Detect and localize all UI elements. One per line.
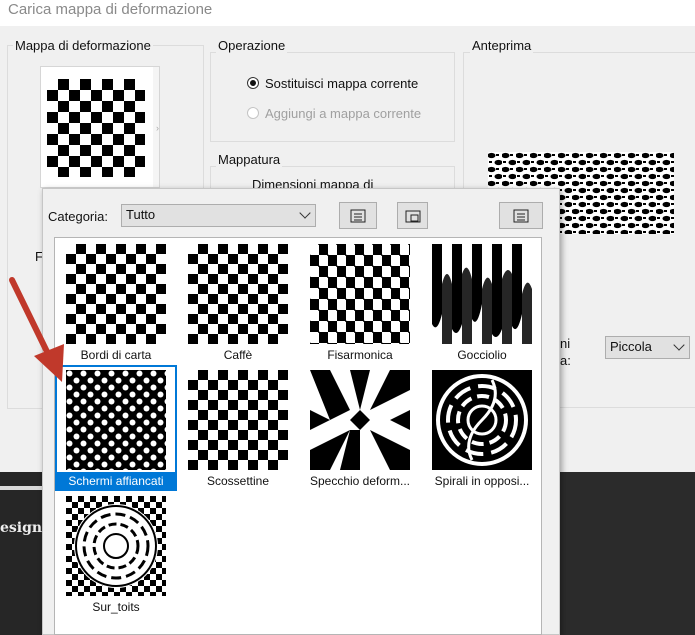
thumbnail-image	[66, 370, 166, 470]
thumbnail-image	[66, 496, 166, 596]
preview-partial-label-2: a:	[560, 353, 571, 368]
thumbnail-image	[188, 370, 288, 470]
thumbnail-label: Fisarmonica	[327, 348, 393, 362]
background-text: esign	[0, 520, 43, 536]
thumbnail-image	[432, 244, 532, 344]
thumbnail-label: Schermi affiancati	[56, 472, 176, 490]
background-canvas: esign	[0, 472, 42, 635]
thumbnail-item-bordi-di-carta[interactable]: Bordi di carta	[56, 240, 176, 364]
grid-view-button[interactable]	[339, 202, 377, 229]
background-strip	[0, 486, 42, 490]
grid-icon	[350, 209, 366, 222]
operation-label: Operazione	[216, 38, 288, 53]
window-title: Carica mappa di deformazione	[8, 1, 213, 18]
thumbnail-image	[432, 370, 532, 470]
thumbnail-item-sur-toits[interactable]: Sur_toits	[56, 492, 176, 616]
replace-map-radio[interactable]	[247, 77, 259, 89]
thumbnail-image	[66, 244, 166, 344]
thumbnail-image	[188, 244, 288, 344]
chevron-down-icon	[299, 207, 311, 219]
chevron-down-icon	[673, 339, 685, 351]
category-label: Categoria:	[48, 209, 108, 224]
preview-size-select[interactable]: Piccola	[605, 336, 690, 359]
thumbnail-label: Specchio deform...	[309, 474, 411, 488]
category-picker-popup: Categoria: Tutto Bordi di carta Caffè Fi…	[42, 188, 560, 635]
folder-icon	[405, 210, 420, 222]
thumbnail-image	[310, 370, 410, 470]
thumbnail-item-fisarmonica[interactable]: Fisarmonica	[300, 240, 420, 364]
thumbnail-label: Scossettine	[206, 474, 270, 488]
preview-label: Anteprima	[470, 38, 534, 53]
mapping-label: Mappatura	[216, 152, 283, 167]
thumbnail-item-caffe[interactable]: Caffè	[178, 240, 298, 364]
title-bar: Carica mappa di deformazione	[0, 0, 695, 26]
thumbnail-label: Sur_toits	[92, 600, 140, 614]
add-map-label: Aggiungi a mappa corrente	[265, 106, 422, 121]
preview-size-value: Piccola	[610, 339, 652, 354]
thumbnail-image	[310, 244, 410, 344]
menu-icon	[513, 209, 529, 222]
thumbnail-label: Caffè	[223, 348, 253, 362]
category-value: Tutto	[126, 207, 156, 222]
thumbnail-label: Bordi di carta	[80, 348, 152, 362]
thumbnail-item-schermi-affiancati[interactable]: Schermi affiancati	[55, 365, 177, 491]
thumbnail-item-spirali[interactable]: Spirali in opposi...	[422, 366, 542, 490]
thumbnail-grid: Bordi di carta Caffè Fisarmonica Gocciol…	[54, 237, 542, 635]
operation-group	[210, 52, 455, 142]
red-arrow-annotation	[9, 277, 64, 382]
preview-partial-label-1: ni	[560, 336, 571, 351]
menu-button[interactable]	[499, 202, 543, 229]
thumbnail-item-specchio-deformato[interactable]: Specchio deform...	[300, 366, 420, 490]
thumbnail-label: Spirali in opposi...	[434, 474, 530, 488]
map-thumbnail	[47, 79, 145, 177]
thumbnail-item-scossettine[interactable]: Scossettine	[178, 366, 298, 490]
deformation-map-label: Mappa di deformazione	[13, 38, 153, 53]
thumbnail-item-gocciolio[interactable]: Gocciolio	[422, 240, 542, 364]
open-folder-button[interactable]	[397, 202, 428, 229]
map-scroll-arrow-icon: ›	[156, 123, 159, 133]
category-select[interactable]: Tutto	[121, 204, 316, 227]
thumbnail-label: Gocciolio	[457, 348, 507, 362]
add-map-radio[interactable]	[247, 107, 259, 119]
map-preview-box[interactable]: ›	[40, 66, 160, 188]
replace-map-label: Sostituisci mappa corrente	[265, 76, 419, 91]
